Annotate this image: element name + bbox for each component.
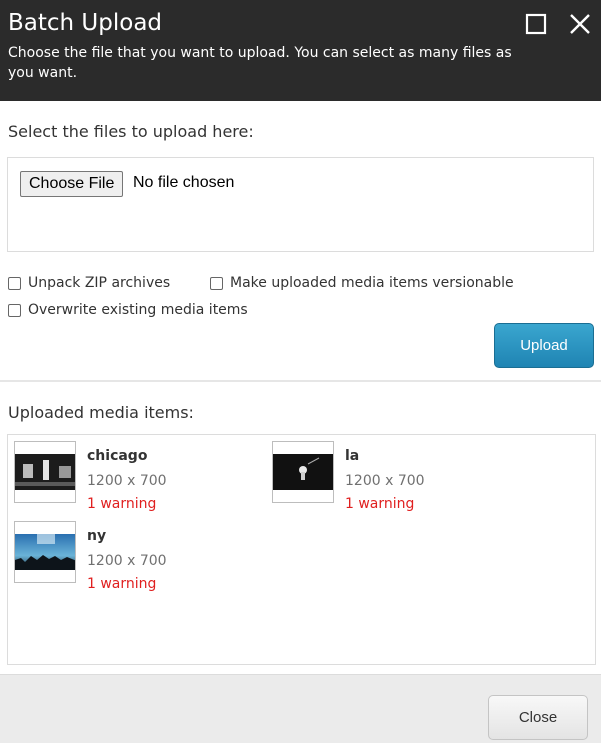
close-button[interactable]: Close — [488, 695, 588, 740]
unpack-zip-checkbox[interactable] — [8, 276, 21, 290]
dialog-header: Batch Upload Choose the file that you wa… — [0, 0, 601, 101]
upload-button[interactable]: Upload — [494, 323, 594, 368]
uploaded-media-label: Uploaded media items: — [8, 403, 194, 422]
close-icon[interactable] — [568, 12, 592, 36]
media-thumbnail — [272, 441, 334, 503]
media-item-name: chicago — [87, 448, 148, 464]
media-item-name: la — [345, 448, 360, 464]
unpack-zip-label: Unpack ZIP archives — [28, 275, 171, 291]
overwrite-option[interactable]: Overwrite existing media items — [8, 302, 248, 318]
media-item-warning[interactable]: 1 warning — [87, 576, 156, 592]
media-item[interactable]: chicago 1200 x 700 1 warning — [14, 441, 264, 512]
select-files-label: Select the files to upload here: — [8, 122, 254, 141]
media-item-warning[interactable]: 1 warning — [345, 496, 414, 512]
maximize-icon[interactable] — [524, 12, 548, 36]
uploaded-media-list: chicago 1200 x 700 1 warning la 1200 x 7… — [7, 434, 596, 665]
media-thumbnail — [14, 441, 76, 503]
unpack-zip-option[interactable]: Unpack ZIP archives — [8, 275, 170, 291]
dialog-subtitle: Choose the file that you want to upload.… — [8, 45, 512, 81]
choose-file-button[interactable]: Choose File — [20, 171, 124, 197]
versionable-label: Make uploaded media items versionable — [230, 275, 514, 291]
media-item-dimensions: 1200 x 700 — [87, 553, 167, 569]
dialog-title: Batch Upload — [8, 10, 163, 36]
overwrite-checkbox[interactable] — [8, 303, 21, 317]
media-item-name: ny — [87, 528, 107, 544]
media-item[interactable]: ny 1200 x 700 1 warning — [14, 521, 264, 592]
media-item-dimensions: 1200 x 700 — [87, 473, 167, 489]
section-divider — [0, 380, 601, 382]
versionable-checkbox[interactable] — [210, 276, 223, 290]
dialog-footer: Close — [0, 674, 601, 743]
media-thumbnail — [14, 521, 76, 583]
media-item-warning[interactable]: 1 warning — [87, 496, 156, 512]
media-item[interactable]: la 1200 x 700 1 warning — [272, 441, 522, 512]
versionable-option[interactable]: Make uploaded media items versionable — [210, 275, 514, 291]
overwrite-label: Overwrite existing media items — [28, 302, 248, 318]
no-file-chosen-text: No file chosen — [133, 174, 235, 191]
file-drop-area: Choose File No file chosen — [7, 157, 594, 252]
media-item-dimensions: 1200 x 700 — [345, 473, 425, 489]
